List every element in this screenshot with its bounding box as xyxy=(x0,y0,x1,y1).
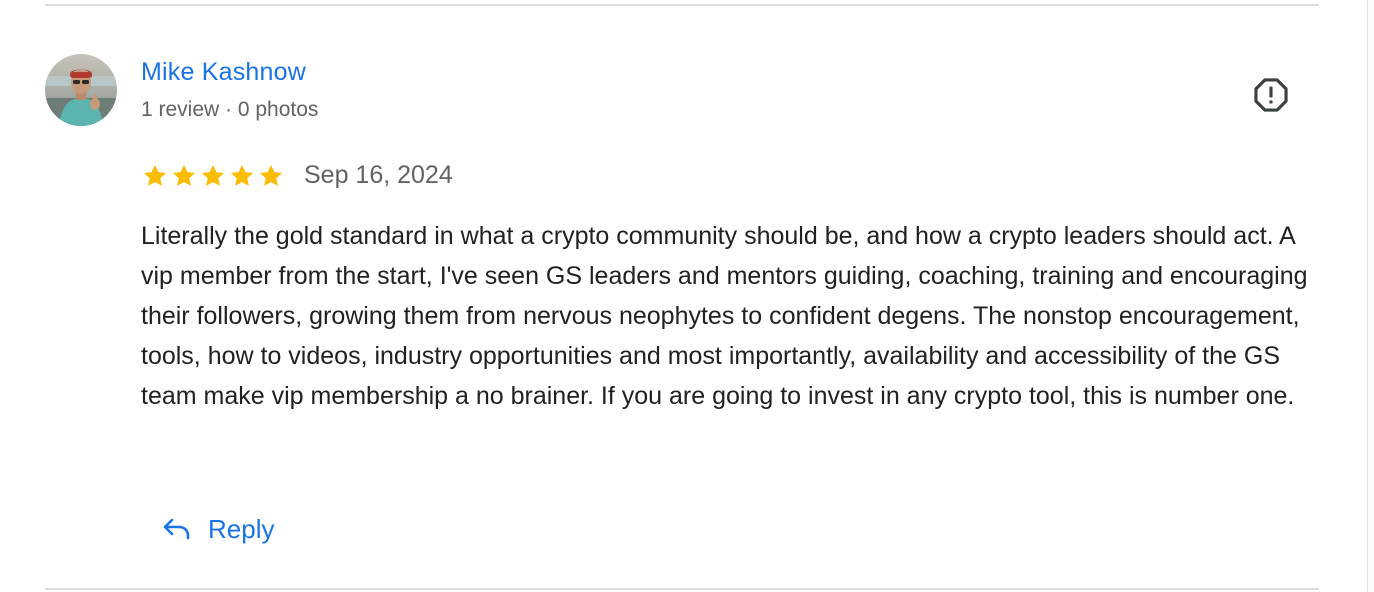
reviewer-meta: 1 review · 0 photos xyxy=(141,98,319,121)
star-icon xyxy=(201,165,225,186)
reply-label: Reply xyxy=(208,513,275,544)
star-icon xyxy=(143,165,167,186)
scrollbar-track[interactable] xyxy=(1367,0,1374,592)
review-date: Sep 16, 2024 xyxy=(304,161,453,189)
reply-arrow-icon xyxy=(163,518,190,540)
report-button[interactable] xyxy=(1248,72,1294,118)
avatar-photo xyxy=(45,54,117,126)
review-text: Literally the gold standard in what a cr… xyxy=(141,222,1308,410)
star-icon xyxy=(259,165,283,186)
top-divider xyxy=(45,4,1319,6)
star-icon xyxy=(172,165,196,186)
star-icon xyxy=(230,165,254,186)
reply-button[interactable]: Reply xyxy=(152,504,284,554)
avatar[interactable] xyxy=(45,54,117,126)
star-rating xyxy=(141,162,285,190)
review-card: Mike Kashnow 1 review · 0 photos Sep 16,… xyxy=(0,0,1374,592)
bottom-divider xyxy=(45,588,1319,590)
report-octagon-icon xyxy=(1254,78,1288,112)
reviewer-name[interactable]: Mike Kashnow xyxy=(141,58,306,87)
